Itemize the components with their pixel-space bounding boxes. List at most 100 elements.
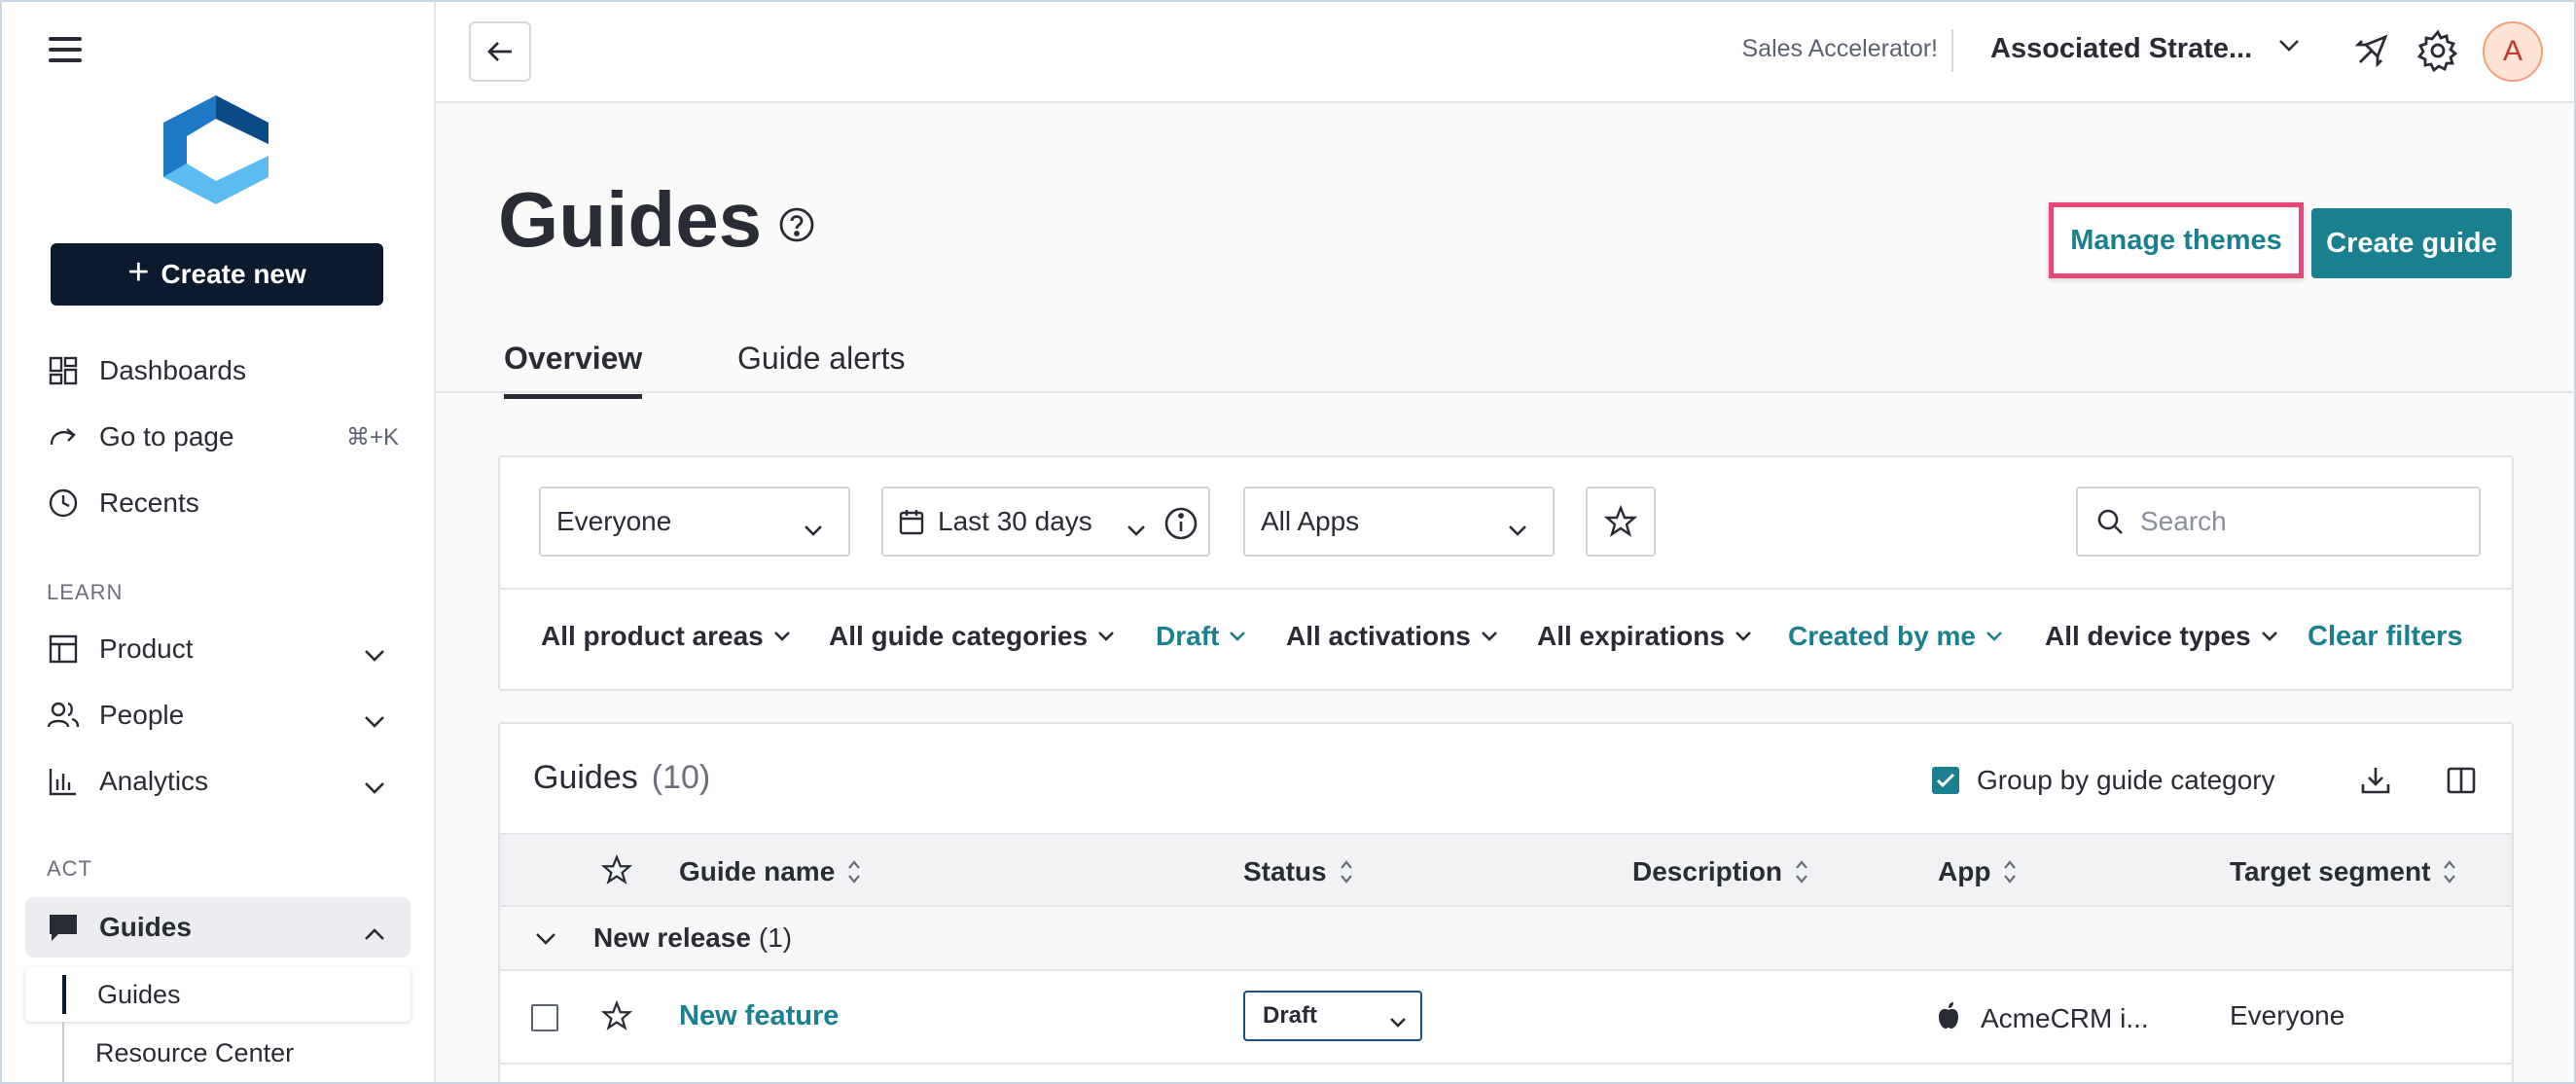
sort-icon [2002, 858, 2018, 885]
tab-guide-alerts[interactable]: Guide alerts [737, 341, 906, 394]
arrow-left-icon [487, 42, 512, 61]
people-icon [47, 699, 80, 732]
column-guide-name[interactable]: Guide name [679, 856, 862, 887]
filter-device-types[interactable]: All device types [2045, 621, 2278, 652]
app-cell: AcmeCRM i... [1936, 1000, 2149, 1036]
section-label-act: ACT [47, 856, 92, 881]
sales-accelerator-link[interactable]: Sales Accelerator! [1742, 35, 1939, 63]
table-row: New feature Draft AcmeCRM i... Everyone [500, 971, 2512, 1065]
guide-name-link[interactable]: New feature [679, 1000, 839, 1032]
group-by-label[interactable]: Group by guide category [1977, 765, 2275, 796]
app-logo [160, 93, 272, 206]
account-switcher[interactable]: Associated Strate... [1990, 33, 2252, 65]
chevron-down-icon [1508, 514, 1527, 545]
table-title: Guides (10) [533, 759, 711, 796]
sidebar-item-go-to-page[interactable]: Go to page ⌘+K [25, 407, 411, 467]
star-icon[interactable] [600, 999, 633, 1036]
guides-table: Guides (10) Group by guide category Guide… [498, 722, 2514, 1084]
chevron-down-icon [364, 705, 385, 736]
tab-bar: Overview Guide alerts [436, 321, 2576, 399]
sidebar: + Create new Dashboards Go to page ⌘+K R… [0, 0, 436, 1084]
chevron-down-icon [1481, 632, 1497, 641]
chevron-down-icon [2261, 632, 2277, 641]
apps-select[interactable]: All Apps [1243, 487, 1555, 557]
chevron-down-icon [1389, 1008, 1407, 1035]
avatar[interactable]: A [2483, 21, 2543, 82]
product-icon [47, 632, 80, 666]
check-icon [1936, 773, 1955, 788]
filter-expirations[interactable]: All expirations [1537, 621, 1752, 652]
tab-overview[interactable]: Overview [504, 341, 643, 399]
sidebar-item-analytics[interactable]: Analytics [25, 751, 411, 812]
manage-themes-button[interactable]: Manage themes [2049, 202, 2304, 278]
sidebar-item-guides[interactable]: Guides [25, 897, 411, 958]
segment-cell: Everyone [2230, 1000, 2345, 1030]
go-to-page-icon [47, 420, 80, 453]
dashboard-icon [47, 354, 80, 387]
sidebar-item-dashboards[interactable]: Dashboards [25, 341, 411, 401]
column-app[interactable]: App [1938, 856, 2018, 887]
group-name: New release (1) [593, 922, 793, 953]
sort-icon [846, 858, 862, 885]
star-icon [1604, 505, 1637, 537]
search-icon [2095, 507, 2125, 536]
analytics-icon [47, 765, 80, 798]
download-icon[interactable] [2356, 761, 2395, 800]
page-title: Guides [498, 176, 763, 263]
create-guide-button[interactable]: Create guide [2311, 208, 2512, 278]
section-label-learn: LEARN [47, 580, 124, 604]
chevron-down-icon [1230, 632, 1246, 641]
filter-activations[interactable]: All activations [1286, 621, 1498, 652]
sidebar-item-recents[interactable]: Recents [25, 473, 411, 533]
date-range-select[interactable]: Last 30 days [881, 487, 1210, 557]
sidebar-subitem-guides[interactable]: Guides [25, 967, 411, 1022]
filter-guide-categories[interactable]: All guide categories [829, 621, 1115, 652]
sidebar-subitem-resource-center[interactable]: Resource Center [25, 1026, 411, 1080]
chevron-up-icon [364, 917, 385, 948]
clock-icon [47, 487, 80, 520]
segment-select[interactable]: Everyone [539, 487, 850, 557]
group-by-checkbox[interactable] [1932, 767, 1959, 794]
filter-product-areas[interactable]: All product areas [541, 621, 791, 652]
apple-icon [1936, 1000, 1961, 1036]
top-bar: Sales Accelerator! Associated Strate... … [436, 0, 2576, 103]
row-checkbox[interactable] [531, 1004, 558, 1031]
chevron-down-icon [1986, 632, 2002, 641]
status-select[interactable]: Draft [1243, 991, 1422, 1041]
column-target-segment[interactable]: Target segment [2230, 856, 2457, 887]
divider [1951, 29, 1953, 72]
sort-icon [2442, 858, 2457, 885]
chevron-down-icon [773, 632, 790, 641]
clear-filters-link[interactable]: Clear filters [2308, 621, 2463, 653]
group-row[interactable]: New release (1) [500, 907, 2512, 971]
chevron-down-icon [1098, 632, 1114, 641]
shortcut-hint: ⌘+K [345, 423, 399, 451]
filter-created-by[interactable]: Created by me [1788, 621, 2003, 652]
menu-icon[interactable] [49, 37, 82, 62]
help-icon[interactable] [778, 206, 815, 248]
table-header: Guide name Status Description App Target… [500, 833, 2512, 907]
favorite-filter-button[interactable] [1586, 487, 1656, 557]
rocket-icon[interactable] [2348, 27, 2395, 74]
column-description[interactable]: Description [1632, 856, 1809, 887]
chevron-down-icon[interactable] [2278, 39, 2300, 57]
create-new-button[interactable]: + Create new [51, 243, 383, 306]
sidebar-item-product[interactable]: Product [25, 619, 411, 679]
search-input[interactable]: Search [2076, 487, 2481, 557]
chevron-down-icon [804, 514, 823, 545]
columns-icon[interactable] [2442, 761, 2481, 800]
gear-icon[interactable] [2415, 27, 2461, 74]
back-button[interactable] [469, 21, 531, 82]
sort-icon [1339, 858, 1354, 885]
calendar-icon [899, 508, 924, 535]
chevron-down-icon [364, 638, 385, 669]
info-icon[interactable] [1163, 506, 1199, 548]
divider [500, 588, 2512, 590]
plus-icon: + [127, 252, 150, 293]
guide-icon [47, 911, 80, 944]
filter-status[interactable]: Draft [1156, 621, 1246, 652]
chevron-down-icon[interactable] [535, 932, 556, 951]
column-status[interactable]: Status [1243, 856, 1354, 887]
star-icon[interactable] [600, 853, 633, 890]
sidebar-item-people[interactable]: People [25, 685, 411, 745]
